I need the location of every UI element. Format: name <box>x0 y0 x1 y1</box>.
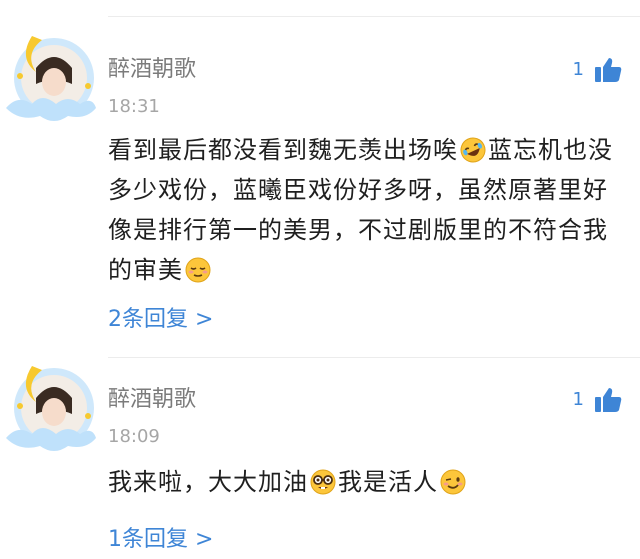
comment-text-part: 我来啦，大大加油 <box>108 468 308 496</box>
like-count: 1 <box>572 389 584 410</box>
relieved-face-emoji <box>185 257 211 283</box>
view-replies-link[interactable]: 1条回复 > <box>108 526 213 554</box>
username[interactable]: 醉酒朝歌 <box>108 386 196 414</box>
thumbs-up-icon <box>595 58 622 82</box>
thumbs-up-icon <box>595 388 622 412</box>
comment-text: 我来啦，大大加油 我是活人 <box>108 462 618 502</box>
rolling-laugh-emoji <box>460 137 486 163</box>
comment-text-part: 看到最后都没看到魏无羡出场唉 <box>108 136 458 164</box>
comment-item: 醉酒朝歌 18:31 1 看到最后都没看到魏无羡出场唉 蓝忘机也没多少戏份，蓝曦臣… <box>0 22 640 358</box>
like-button[interactable]: 1 <box>573 54 622 86</box>
comment-time: 18:09 <box>108 426 160 447</box>
avatar[interactable] <box>6 354 96 458</box>
avatar[interactable] <box>6 24 96 128</box>
comment-time: 18:31 <box>108 96 160 117</box>
comment-text-part: 我是活人 <box>338 468 438 496</box>
comment-text: 看到最后都没看到魏无羡出场唉 蓝忘机也没多少戏份，蓝曦臣戏份好多呀，虽然原著里好像… <box>108 130 618 290</box>
nerd-face-emoji <box>310 469 336 495</box>
username[interactable]: 醉酒朝歌 <box>108 56 196 84</box>
avatar-moon-frame-icon <box>6 36 96 121</box>
top-divider <box>108 16 640 17</box>
comment-item: 醉酒朝歌 18:09 1 我来啦，大大加油 我是活人 1条回复 > <box>0 352 640 559</box>
wink-face-emoji <box>440 469 466 495</box>
avatar-moon-frame-icon <box>6 366 96 451</box>
like-count: 1 <box>572 59 584 80</box>
view-replies-link[interactable]: 2条回复 > <box>108 306 213 334</box>
like-button[interactable]: 1 <box>573 384 622 416</box>
